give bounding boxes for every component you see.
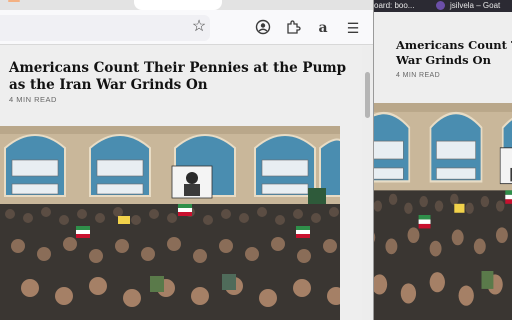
article-headline[interactable]: Americans Count Their Pennies at the Pum… bbox=[9, 60, 349, 94]
left-browser-window: ☆ a ☰ Americans Count Their Pennies at t… bbox=[0, 0, 373, 320]
scrollbar-thumb[interactable] bbox=[365, 72, 370, 118]
account-circle-icon[interactable] bbox=[254, 19, 272, 37]
star-icon[interactable]: ☆ bbox=[190, 18, 208, 36]
headline-line-2: War Grinds On bbox=[396, 53, 491, 67]
headline-line-1: Americans Count The bbox=[396, 38, 512, 52]
right-browser-window: oard: boo... jsilvela – Goat Americans C… bbox=[374, 0, 512, 320]
amazon-extension-icon[interactable]: a bbox=[314, 19, 332, 37]
github-favicon-icon bbox=[436, 1, 445, 10]
active-tab[interactable] bbox=[134, 0, 222, 10]
scrollbar[interactable] bbox=[362, 46, 373, 320]
article-photo[interactable] bbox=[374, 103, 512, 320]
read-time: 4 MIN READ bbox=[396, 72, 441, 79]
read-time: 4 MIN READ bbox=[9, 95, 57, 104]
article-headline[interactable]: Americans Count The War Grinds On bbox=[396, 38, 512, 68]
tab-dashboard[interactable]: oard: boo... bbox=[374, 1, 414, 10]
tab-strip bbox=[0, 0, 373, 10]
address-bar[interactable] bbox=[0, 15, 210, 41]
hamburger-menu-icon[interactable]: ☰ bbox=[344, 19, 362, 37]
browser-toolbar: ☆ a ☰ bbox=[0, 10, 373, 45]
puzzle-icon[interactable] bbox=[284, 19, 302, 37]
article-photo[interactable] bbox=[0, 126, 340, 320]
tab-goat[interactable]: jsilvela – Goat bbox=[450, 1, 500, 10]
tab-favicon[interactable] bbox=[8, 0, 20, 2]
tab-strip: oard: boo... jsilvela – Goat bbox=[374, 0, 512, 12]
article-page: Americans Count Their Pennies at the Pum… bbox=[0, 46, 362, 320]
